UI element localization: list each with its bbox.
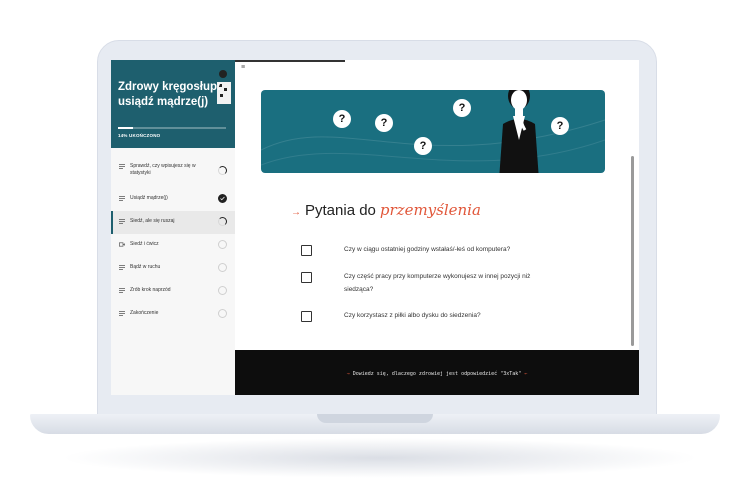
lines-icon bbox=[119, 265, 125, 270]
progress-bar bbox=[118, 127, 226, 129]
lines-icon bbox=[119, 219, 125, 224]
laptop-shadow bbox=[60, 438, 700, 478]
arrow-left-icon: ← bbox=[524, 371, 528, 377]
course-header: Zdrowy kręgosłup: usiądź mądrze(j) 14% U… bbox=[111, 60, 235, 148]
screen: Zdrowy kręgosłup: usiądź mądrze(j) 14% U… bbox=[111, 60, 639, 395]
laptop-notch bbox=[317, 414, 433, 423]
heading-prefix: Pytania do bbox=[305, 202, 376, 219]
footer-cta[interactable]: → Dowiedz się, dlaczego zdrowiej jest od… bbox=[235, 371, 639, 377]
question-mark-icon: ? bbox=[333, 110, 351, 128]
question-mark-icon: ? bbox=[375, 114, 393, 132]
lines-icon bbox=[119, 311, 125, 316]
question-checkbox[interactable] bbox=[301, 311, 312, 322]
progress-bar-fill bbox=[118, 127, 134, 129]
lesson-banner: ? ? ? ? ? bbox=[261, 90, 605, 173]
lesson-item-siedz-ruszaj[interactable]: Siedź, ale się ruszaj bbox=[111, 211, 235, 234]
question-text: Czy część pracy przy komputerze wykonuje… bbox=[344, 273, 531, 293]
course-title: Zdrowy kręgosłup: usiądź mądrze(j) bbox=[118, 81, 221, 108]
question-mark-icon: ? bbox=[551, 117, 569, 135]
footer-banner[interactable]: → Dowiedz się, dlaczego zdrowiej jest od… bbox=[235, 350, 639, 395]
question-mark-icon: ? bbox=[453, 99, 471, 117]
question-text: Czy korzystasz z piłki albo dysku do sie… bbox=[344, 312, 481, 319]
video-icon bbox=[119, 242, 125, 247]
lesson-label: Usiądź mądrze(j) bbox=[130, 195, 168, 201]
lesson-label: Zakończenie bbox=[130, 310, 159, 316]
lesson-label: Bądź w ruchu bbox=[130, 264, 161, 270]
lesson-status-empty-icon bbox=[218, 286, 227, 295]
lesson-status-done-icon bbox=[218, 194, 227, 203]
lesson-label: Siedź i ćwicz bbox=[130, 241, 159, 247]
lesson-label: Siedź, ale się ruszaj bbox=[130, 218, 175, 224]
lesson-label: Zrób krok naprzód bbox=[130, 287, 171, 293]
lesson-item-krok-naprzod[interactable]: Zrób krok naprzód bbox=[111, 280, 235, 303]
menu-icon[interactable]: ≡ bbox=[241, 64, 245, 71]
top-progress-line bbox=[235, 60, 345, 62]
lesson-content: ≡ ? ? ? ? ? → Pytania do przemyślenia Cz… bbox=[235, 60, 639, 395]
thinking-woman-illustration bbox=[499, 90, 539, 173]
lesson-status-empty-icon bbox=[218, 309, 227, 318]
progress-label: 14% UKOŃCZONO bbox=[118, 133, 161, 138]
heading-accent: przemyślenia bbox=[379, 201, 481, 219]
lesson-item-statystyki[interactable]: Sprawdź, czy wpisujesz się w statystyki bbox=[111, 156, 235, 188]
lesson-status-partial-icon bbox=[218, 217, 227, 226]
lesson-status-empty-icon bbox=[218, 240, 227, 249]
lesson-item-zakonczenie[interactable]: Zakończenie bbox=[111, 303, 235, 326]
arrow-right-icon: → bbox=[291, 207, 301, 218]
lesson-label: Sprawdź, czy wpisujesz się w statystyki bbox=[130, 163, 196, 176]
footer-cta-text: Dowiedz się, dlaczego zdrowiej jest odpo… bbox=[352, 371, 522, 377]
scrollbar[interactable] bbox=[631, 156, 634, 346]
lesson-item-usiadz[interactable]: Usiądź mądrze(j) bbox=[111, 188, 235, 211]
course-sidebar: Zdrowy kręgosłup: usiądź mądrze(j) 14% U… bbox=[111, 60, 235, 395]
arrow-right-icon: → bbox=[346, 371, 350, 377]
question-checkbox[interactable] bbox=[301, 245, 312, 256]
question-checkbox[interactable] bbox=[301, 272, 312, 283]
lines-icon bbox=[119, 196, 125, 201]
lesson-item-siedz-cwicz[interactable]: Siedź i ćwicz bbox=[111, 234, 235, 257]
question-mark-icon: ? bbox=[414, 137, 432, 155]
lines-icon bbox=[119, 288, 125, 293]
lesson-item-badz-w-ruchu[interactable]: Bądź w ruchu bbox=[111, 257, 235, 280]
question-text: Czy w ciągu ostatniej godziny wstałaś/-ł… bbox=[344, 246, 511, 253]
lesson-status-empty-icon bbox=[218, 263, 227, 272]
lines-icon bbox=[119, 164, 125, 169]
lesson-status-partial-icon bbox=[218, 166, 227, 175]
section-heading: → Pytania do przemyślenia bbox=[291, 201, 481, 219]
lesson-list: Sprawdź, czy wpisujesz się w statystyki … bbox=[111, 156, 235, 326]
